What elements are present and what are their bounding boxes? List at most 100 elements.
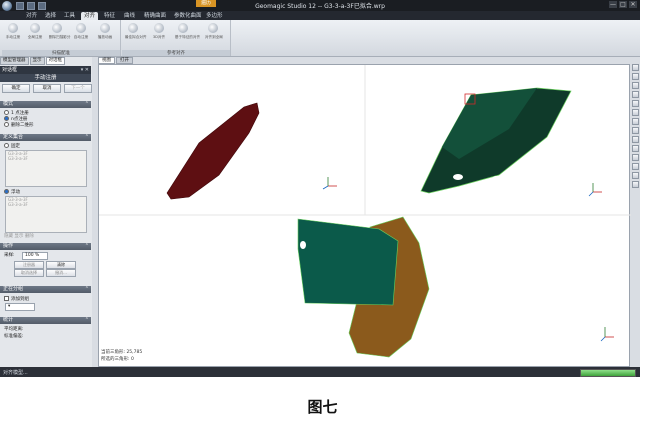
avg-distance-label: 平均距离: <box>4 327 24 332</box>
sampling-select[interactable]: 100 % <box>22 252 48 260</box>
3d-align-icon <box>154 23 164 33</box>
lighting-icon[interactable] <box>632 163 639 170</box>
tab-file[interactable]: 对齐 <box>23 12 40 20</box>
3d-viewport[interactable]: 当前三角形: 25,785 所选的三角形: 0 <box>98 64 631 368</box>
list-item[interactable]: G3-3-a-3F <box>6 156 86 161</box>
tab-model-manager[interactable]: 模型管理器 <box>0 57 29 65</box>
manual-register-button[interactable]: 手动注册 <box>4 23 22 45</box>
tab-exact-surface[interactable]: 精确曲面 <box>141 12 169 20</box>
tab-polygon[interactable]: 多边形 <box>203 12 226 20</box>
manual-register-icon <box>8 23 18 33</box>
3d-align-button[interactable]: 3D对齐 <box>150 23 168 45</box>
operation-title: 操作 <box>3 243 14 249</box>
menu-tabs: 对齐 选择 工具 对齐 特征 曲线 精确曲面 参数化曲面 多边形 <box>0 11 640 20</box>
minimize-button[interactable]: — <box>609 1 617 8</box>
chevron-up-icon: ⌃ <box>84 286 89 292</box>
scan-mesh-teal[interactable] <box>297 218 399 306</box>
tab-view[interactable]: 视图 <box>98 57 115 64</box>
more-button[interactable]: 撤消... <box>46 269 76 277</box>
align-to-global-button[interactable]: 对齐到全局 <box>204 23 223 45</box>
set-footer-actions[interactable]: 隐藏 显示 删除 <box>4 234 34 239</box>
fixed-label: 固定 <box>11 144 20 149</box>
radio-icon <box>4 143 9 148</box>
view-iso-icon[interactable] <box>632 118 639 125</box>
auto-register-icon <box>76 23 86 33</box>
grouping-header[interactable]: 正在分组 ⌃ <box>0 286 91 293</box>
left-panel: 模型管理器 显示 对话框 对话框 ▾ ✕ 手动注册 确定 取消 下一个 模式 ⌃ … <box>0 57 92 367</box>
mesh-hole <box>300 241 306 249</box>
stats-header[interactable]: 统计 ⌃ <box>0 317 91 324</box>
dialog-header: 对话框 ▾ ✕ <box>0 66 91 74</box>
tab-curves[interactable]: 曲线 <box>121 12 138 20</box>
mode-section-header[interactable]: 模式 ⌃ <box>0 101 91 108</box>
pan-icon[interactable] <box>632 145 639 152</box>
view-back-icon[interactable] <box>632 73 639 80</box>
tab-dialog[interactable]: 对话框 <box>45 57 65 65</box>
view-left-icon[interactable] <box>632 100 639 107</box>
viewport-canvas[interactable] <box>99 65 631 368</box>
next-button[interactable]: 下一个 <box>64 84 92 93</box>
status-progress-bar <box>580 369 636 377</box>
checkbox-icon <box>4 296 9 301</box>
fixed-list[interactable]: G3-3-a-3F G3-3-a-3F <box>5 150 87 187</box>
render-mode-icon[interactable] <box>632 172 639 179</box>
tab-tools[interactable]: 工具 <box>61 12 78 20</box>
radio-selected-icon <box>4 189 9 194</box>
pin-icon[interactable]: ▾ ✕ <box>81 66 89 74</box>
status-bar: 对齐模型... <box>0 367 640 377</box>
color-icon[interactable] <box>632 181 639 188</box>
feature-align-button[interactable]: 基于特征的对齐 <box>174 23 200 45</box>
tab-features[interactable]: 特征 <box>101 12 118 20</box>
scan-mesh-red[interactable] <box>166 102 260 200</box>
view-bottom-icon[interactable] <box>632 91 639 98</box>
panel-tabs: 模型管理器 显示 对话框 <box>0 57 66 65</box>
delete-scan-icon <box>52 23 62 33</box>
mesh-hole <box>453 174 463 180</box>
maximize-button[interactable]: □ <box>619 1 627 8</box>
ribbon-group-reference-align: 最佳拟合对齐 3D对齐 基于特征的对齐 对齐到全局 参考对齐 <box>122 20 231 56</box>
tab-select[interactable]: 选择 <box>42 12 59 20</box>
stats-title: 统计 <box>3 317 14 323</box>
ribbon-group-label: 扫描配准 <box>2 50 120 56</box>
floating-list[interactable]: G3-3-a-3F G3-3-a-3F <box>5 196 87 233</box>
view-top-icon[interactable] <box>632 82 639 89</box>
group-select[interactable]: ▾ <box>5 303 35 311</box>
global-register-button[interactable]: 全局注册 <box>26 23 44 45</box>
axis-triad-left <box>322 177 337 190</box>
floating-option[interactable]: 浮动 <box>4 189 20 195</box>
add-to-group-checkbox[interactable]: 添加到组 <box>4 296 29 302</box>
delete-scan-shadow-button[interactable]: 删除扫描影分 <box>48 23 71 45</box>
zoom-icon[interactable] <box>632 154 639 161</box>
zoom-fit-icon[interactable] <box>632 127 639 134</box>
view-right-icon[interactable] <box>632 109 639 116</box>
tab-open[interactable]: 打开 <box>116 57 133 64</box>
selected-triangles-readout: 所选的三角形: 0 <box>101 357 134 362</box>
best-fit-align-button[interactable]: 最佳拟合对齐 <box>124 23 147 45</box>
register-button[interactable]: 注册器 <box>14 261 44 269</box>
clear-button[interactable]: 清除 <box>46 261 76 269</box>
reset-button[interactable]: 取消选择 <box>14 269 44 277</box>
auto-register-button[interactable]: 自动注册 <box>72 23 90 45</box>
mode-option-delete[interactable]: 删除二维形 <box>4 122 34 128</box>
mode-section-title: 模式 <box>3 101 14 107</box>
mode-option-label: 删除二维形 <box>11 123 34 128</box>
define-sets-header[interactable]: 定义集合 ⌃ <box>0 134 91 141</box>
fixed-option[interactable]: 固定 <box>4 143 20 149</box>
tab-align[interactable]: 对齐 <box>81 12 99 20</box>
viewport-tabs: 视图 打开 <box>98 57 134 64</box>
rotate-icon[interactable] <box>632 136 639 143</box>
dialog-title: 手动注册 <box>0 74 91 82</box>
feature-align-icon <box>178 23 188 33</box>
view-front-icon[interactable] <box>632 64 639 71</box>
ok-button[interactable]: 确定 <box>2 84 30 93</box>
axis-triad-bottom <box>600 327 614 342</box>
operation-header[interactable]: 操作 ⌃ <box>0 243 91 250</box>
tab-param-surface[interactable]: 参数化曲面 <box>171 12 205 20</box>
close-button[interactable]: ✕ <box>629 1 637 8</box>
mesh-hole <box>493 176 499 180</box>
tab-display[interactable]: 显示 <box>29 57 45 65</box>
play-animation-button[interactable]: 播放动画 <box>96 23 114 45</box>
cancel-button[interactable]: 取消 <box>33 84 61 93</box>
list-item[interactable]: G3-3-a-3F <box>6 202 86 207</box>
sampling-label: 采样: <box>4 253 15 258</box>
